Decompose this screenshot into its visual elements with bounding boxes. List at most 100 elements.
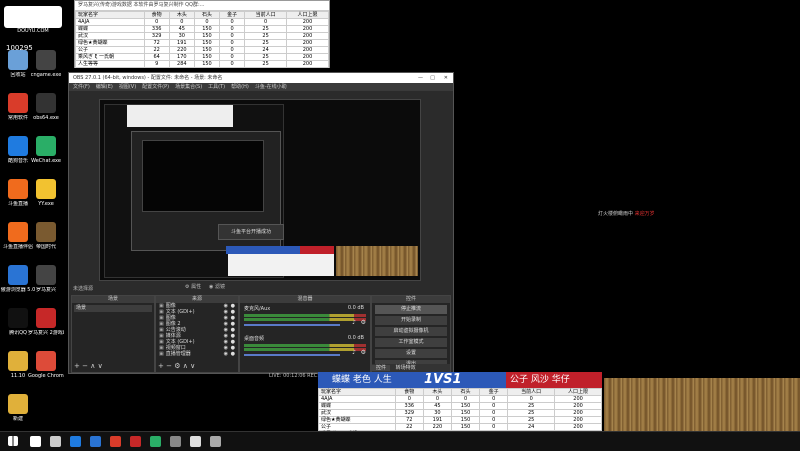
minimize-icon[interactable]: — <box>418 73 423 83</box>
stats-header-cell: 人口上限 <box>554 388 602 396</box>
remove-scene-icon[interactable]: − <box>82 362 88 370</box>
scenes-dock: 场景 场景 + − ∧ ∨ <box>71 295 155 373</box>
taskbar <box>0 431 800 451</box>
obs-menu-item[interactable]: 斗鱼-在线小助 <box>255 84 287 90</box>
desktop-icon-label: 新建 <box>12 416 23 422</box>
visibility-icon[interactable]: ◉ <box>224 351 228 357</box>
obs-menu-item[interactable]: 文件(F) <box>73 84 90 90</box>
tab-transitions[interactable]: 转场特效 <box>392 365 420 371</box>
app-icon <box>36 136 56 156</box>
desktop-icon[interactable]: 罗马复兴 2游戏助手 <box>28 308 64 336</box>
taskbar-app-icon[interactable] <box>70 436 81 447</box>
taskbar-app-icon[interactable] <box>50 436 61 447</box>
volume-slider[interactable] <box>244 354 340 356</box>
preview-vs-bar <box>226 246 334 254</box>
stats-cell: 公子 <box>318 423 396 431</box>
stats-cell: 25 <box>244 39 288 47</box>
scene-down-icon[interactable]: ∨ <box>98 362 103 370</box>
volume-slider[interactable] <box>244 324 340 326</box>
taskbar-app-icon[interactable] <box>190 436 201 447</box>
stats-cell: 200 <box>286 32 329 40</box>
taskbar-app-icon[interactable] <box>110 436 121 447</box>
obs-preview[interactable]: 斗鱼平台开播成功 <box>99 99 421 281</box>
controls-dock-title: 控件 <box>372 296 450 303</box>
control-button[interactable]: 停止推流 <box>375 305 447 314</box>
control-button[interactable]: 工作室模式 <box>375 338 447 347</box>
mixer-channel: 桌面音频 0.0 dB ♪ ⚙ <box>240 333 370 363</box>
speaker-icon[interactable]: ♪ <box>352 319 356 326</box>
stats-cell: 22 <box>143 46 170 54</box>
app-icon <box>8 50 28 70</box>
taskbar-app-icon[interactable] <box>210 436 221 447</box>
stats-window[interactable]: 罗马复兴(传奇)游戏数据 本软件由罗马复兴制作 QQ群:... 玩家名字 食物 木头… <box>74 0 330 68</box>
taskbar-app-icon[interactable] <box>30 436 41 447</box>
source-up-icon[interactable]: ∧ <box>183 362 188 370</box>
obs-menu-item[interactable]: 配置文件(P) <box>142 84 169 90</box>
control-button[interactable]: 启动虚拟摄像机 <box>375 327 447 336</box>
gear-icon[interactable]: ⚙ <box>361 319 366 326</box>
taskbar-app-icon[interactable] <box>130 436 141 447</box>
tab-controls[interactable]: 控件 <box>372 365 391 371</box>
desktop-icon[interactable]: cngame.exe <box>28 50 64 78</box>
taskbar-app-icon[interactable] <box>150 436 161 447</box>
stats-cell: 22 <box>394 423 424 431</box>
scene-up-icon[interactable]: ∧ <box>90 362 95 370</box>
obs-menu-item[interactable]: 编辑(E) <box>96 84 113 90</box>
desktop-icon[interactable]: obs64.exe <box>28 93 64 121</box>
desktop-icon-label: 罗马复兴 2游戏助手 <box>28 330 64 336</box>
obs-menu-item[interactable]: 场景集合(S) <box>175 84 202 90</box>
stats-cell: 25 <box>244 53 288 61</box>
lock-icon[interactable]: ● <box>231 351 235 357</box>
properties-button[interactable]: ⚙ 属性 <box>185 283 201 290</box>
popup-notice-text: 斗鱼平台开播成功 <box>230 229 271 235</box>
stats-row: 绿色★黄蝴蝶 72 191 150 0 25 200 <box>318 416 602 424</box>
taskbar-app-icon[interactable] <box>170 436 181 447</box>
windows-start-icon[interactable] <box>8 436 18 446</box>
stats-cell: 0 <box>168 18 195 26</box>
stats-cell: 公子 <box>75 46 145 54</box>
mixer-dock: 混音器 麦克风/Aux 0.0 dB ♪ ⚙ 桌面音频 0.0 dB ♪ ⚙ <box>239 295 371 373</box>
close-icon[interactable]: ✕ <box>444 73 448 83</box>
volume-meter <box>244 318 366 321</box>
popup-notice: 斗鱼平台开播成功 <box>218 224 284 240</box>
desktop-icon-label: obs64.exe <box>33 115 59 121</box>
remove-source-icon[interactable]: − <box>166 362 172 370</box>
obs-menu-item[interactable]: 工具(T) <box>208 84 225 90</box>
desktop-icon[interactable]: YY.exe <box>28 179 64 207</box>
stats-cell: 150 <box>450 409 481 417</box>
desktop-icon[interactable]: Google Chrome <box>28 351 64 379</box>
desktop-icon[interactable]: 罗马复兴 <box>28 265 64 293</box>
stats-cell: 0 <box>219 53 246 61</box>
control-button[interactable]: 开始录制 <box>375 316 447 325</box>
scene-item[interactable]: 场景 <box>74 305 152 312</box>
app-icon <box>8 265 28 285</box>
stats-cell: 25 <box>244 32 288 40</box>
add-scene-icon[interactable]: + <box>74 362 80 370</box>
taskbar-app-icon[interactable] <box>90 436 101 447</box>
obs-menu-item[interactable]: 帮助(H) <box>231 84 249 90</box>
desktop-icon[interactable]: WeChat.exe <box>28 136 64 164</box>
app-icon <box>36 93 56 113</box>
stream-message-text: 灯火楼俯瞰雨中 <box>598 211 634 217</box>
add-source-icon[interactable]: + <box>158 362 164 370</box>
stats-cell: 150 <box>193 39 221 47</box>
gear-icon[interactable]: ⚙ <box>361 349 366 356</box>
source-item[interactable]: ▣ 直播管理器 ◉ ● <box>156 351 238 357</box>
speaker-icon[interactable]: ♪ <box>352 349 356 356</box>
stats-row: 人生等等9284150025200 <box>75 60 329 68</box>
stats-cell: 220 <box>422 423 453 431</box>
control-button[interactable]: 设置 <box>375 349 447 358</box>
obs-menu-item[interactable]: 视图(V) <box>119 84 136 90</box>
source-settings-icon[interactable]: ⚙ <box>174 362 180 370</box>
maximize-icon[interactable]: □ <box>430 73 435 83</box>
douyu-logo-mark <box>4 6 62 28</box>
filters-button[interactable]: ◉ 滤镜 <box>209 283 225 290</box>
stats-header-cell: 木头 <box>422 388 453 396</box>
stats-cell: 0 <box>219 46 246 54</box>
stats-cell: 0 <box>394 395 424 403</box>
mixer-channel-db: 0.0 dB <box>347 305 364 311</box>
source-down-icon[interactable]: ∨ <box>190 362 195 370</box>
desktop-icon[interactable]: 帝国时代 <box>28 222 64 250</box>
desktop-icon[interactable]: 新建 <box>0 394 36 422</box>
obs-window[interactable]: OBS 27.0.1 (64-bit, windows) - 配置文件: 未命名… <box>68 72 454 379</box>
